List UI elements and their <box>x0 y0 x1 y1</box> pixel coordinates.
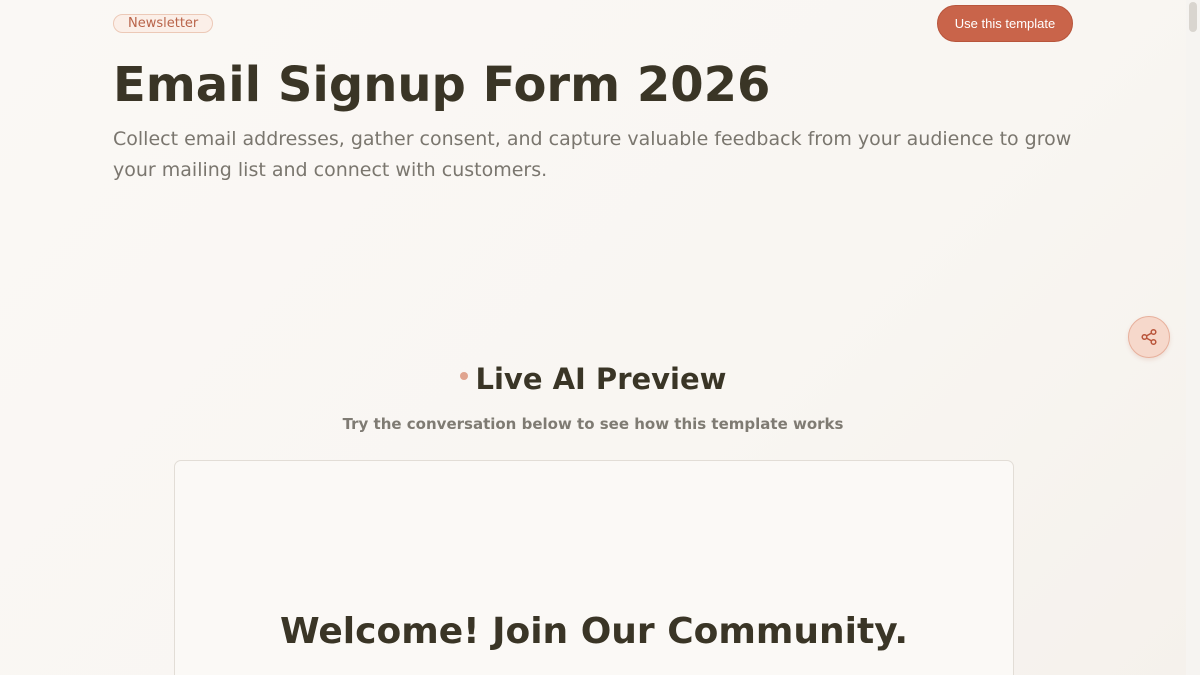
use-template-button[interactable]: Use this template <box>937 5 1073 42</box>
chat-preview-card[interactable]: Welcome! Join Our Community. <box>174 460 1014 675</box>
welcome-message: Welcome! Join Our Community. <box>279 611 909 652</box>
status-dot <box>459 372 468 380</box>
category-badge: Newsletter <box>113 14 214 33</box>
page-scrollbar[interactable] <box>1186 0 1200 675</box>
scrollbar-thumb[interactable] <box>1189 2 1197 32</box>
page-title: Email Signup Form 2026 <box>113 57 771 113</box>
share-button[interactable] <box>1128 316 1170 358</box>
share-icon <box>1141 328 1157 346</box>
page-description: Collect email addresses, gather consent,… <box>113 128 1072 181</box>
live-preview-heading: Live AI Preview <box>0 362 1186 396</box>
live-preview-title: Live AI Preview <box>475 362 727 396</box>
live-preview-subtitle: Try the conversation below to see how th… <box>342 415 844 433</box>
